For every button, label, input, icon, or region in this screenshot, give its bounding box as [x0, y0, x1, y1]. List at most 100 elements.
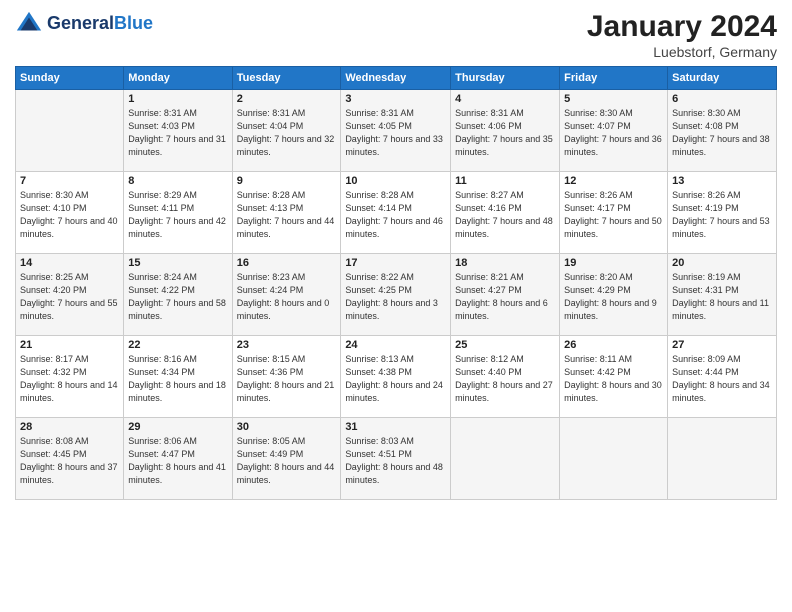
day-header-tuesday: Tuesday: [232, 67, 341, 90]
day-number: 9: [237, 175, 337, 187]
day-number: 5: [564, 93, 663, 105]
calendar-cell: 19 Sunrise: 8:20 AMSunset: 4:29 PMDayligh…: [560, 254, 668, 336]
day-number: 30: [237, 421, 337, 433]
day-number: 21: [20, 339, 119, 351]
calendar-cell: 26 Sunrise: 8:11 AMSunset: 4:42 PMDayligh…: [560, 336, 668, 418]
calendar-cell: 16 Sunrise: 8:23 AMSunset: 4:24 PMDayligh…: [232, 254, 341, 336]
calendar-cell: 12 Sunrise: 8:26 AMSunset: 4:17 PMDayligh…: [560, 172, 668, 254]
calendar-cell: 28 Sunrise: 8:08 AMSunset: 4:45 PMDayligh…: [16, 418, 124, 500]
day-info: Sunrise: 8:17 AMSunset: 4:32 PMDaylight:…: [20, 353, 119, 405]
day-info: Sunrise: 8:11 AMSunset: 4:42 PMDaylight:…: [564, 353, 663, 405]
day-number: 16: [237, 257, 337, 269]
calendar-cell: [668, 418, 777, 500]
day-info: Sunrise: 8:29 AMSunset: 4:11 PMDaylight:…: [128, 189, 227, 241]
day-info: Sunrise: 8:26 AMSunset: 4:19 PMDaylight:…: [672, 189, 772, 241]
calendar-cell: 3Sunrise: 8:31 AMSunset: 4:05 PMDaylight…: [341, 90, 451, 172]
calendar-cell: 7 Sunrise: 8:30 AMSunset: 4:10 PMDaylight…: [16, 172, 124, 254]
day-number: 14: [20, 257, 119, 269]
calendar-cell: 24Sunrise: 8:13 AMSunset: 4:38 PMDayligh…: [341, 336, 451, 418]
calendar-cell: 6 Sunrise: 8:30 AMSunset: 4:08 PMDaylight…: [668, 90, 777, 172]
day-info: Sunrise: 8:28 AMSunset: 4:14 PMDaylight:…: [345, 189, 446, 241]
calendar-cell: 2 Sunrise: 8:31 AMSunset: 4:04 PMDaylight…: [232, 90, 341, 172]
day-info: Sunrise: 8:30 AMSunset: 4:07 PMDaylight:…: [564, 107, 663, 159]
day-number: 3: [345, 93, 446, 105]
day-info: Sunrise: 8:19 AMSunset: 4:31 PMDaylight:…: [672, 271, 772, 323]
day-info: Sunrise: 8:27 AMSunset: 4:16 PMDaylight:…: [455, 189, 555, 241]
day-info: Sunrise: 8:23 AMSunset: 4:24 PMDaylight:…: [237, 271, 337, 323]
day-number: 27: [672, 339, 772, 351]
day-info: Sunrise: 8:20 AMSunset: 4:29 PMDaylight:…: [564, 271, 663, 323]
day-number: 28: [20, 421, 119, 433]
calendar-cell: 29 Sunrise: 8:06 AMSunset: 4:47 PMDayligh…: [124, 418, 232, 500]
day-number: 8: [128, 175, 227, 187]
day-header-monday: Monday: [124, 67, 232, 90]
month-title: January 2024: [587, 10, 777, 44]
day-number: 2: [237, 93, 337, 105]
day-number: 31: [345, 421, 446, 433]
day-number: 29: [128, 421, 227, 433]
week-row-3: 14 Sunrise: 8:25 AMSunset: 4:20 PMDayligh…: [16, 254, 777, 336]
day-number: 11: [455, 175, 555, 187]
calendar-cell: [16, 90, 124, 172]
day-info: Sunrise: 8:24 AMSunset: 4:22 PMDaylight:…: [128, 271, 227, 323]
calendar-cell: 5 Sunrise: 8:30 AMSunset: 4:07 PMDaylight…: [560, 90, 668, 172]
day-header-sunday: Sunday: [16, 67, 124, 90]
day-header-wednesday: Wednesday: [341, 67, 451, 90]
day-number: 7: [20, 175, 119, 187]
calendar-page: GeneralBlue January 2024 Luebstorf, Germ…: [0, 0, 792, 612]
calendar-cell: [451, 418, 560, 500]
day-number: 12: [564, 175, 663, 187]
calendar-cell: 9 Sunrise: 8:28 AMSunset: 4:13 PMDaylight…: [232, 172, 341, 254]
day-info: Sunrise: 8:08 AMSunset: 4:45 PMDaylight:…: [20, 435, 119, 487]
day-info: Sunrise: 8:21 AMSunset: 4:27 PMDaylight:…: [455, 271, 555, 323]
day-info: Sunrise: 8:26 AMSunset: 4:17 PMDaylight:…: [564, 189, 663, 241]
day-number: 4: [455, 93, 555, 105]
calendar-cell: 22 Sunrise: 8:16 AMSunset: 4:34 PMDayligh…: [124, 336, 232, 418]
day-info: Sunrise: 8:30 AMSunset: 4:08 PMDaylight:…: [672, 107, 772, 159]
day-header-thursday: Thursday: [451, 67, 560, 90]
calendar-cell: 14 Sunrise: 8:25 AMSunset: 4:20 PMDayligh…: [16, 254, 124, 336]
calendar-table: SundayMondayTuesdayWednesdayThursdayFrid…: [15, 66, 777, 500]
day-info: Sunrise: 8:31 AMSunset: 4:04 PMDaylight:…: [237, 107, 337, 159]
calendar-cell: 21 Sunrise: 8:17 AMSunset: 4:32 PMDayligh…: [16, 336, 124, 418]
week-row-5: 28 Sunrise: 8:08 AMSunset: 4:45 PMDayligh…: [16, 418, 777, 500]
day-number: 17: [345, 257, 446, 269]
day-info: Sunrise: 8:30 AMSunset: 4:10 PMDaylight:…: [20, 189, 119, 241]
logo: GeneralBlue: [15, 10, 153, 38]
calendar-cell: 11 Sunrise: 8:27 AMSunset: 4:16 PMDayligh…: [451, 172, 560, 254]
day-info: Sunrise: 8:09 AMSunset: 4:44 PMDaylight:…: [672, 353, 772, 405]
day-info: Sunrise: 8:03 AMSunset: 4:51 PMDaylight:…: [345, 435, 446, 487]
calendar-cell: 30Sunrise: 8:05 AMSunset: 4:49 PMDayligh…: [232, 418, 341, 500]
day-number: 19: [564, 257, 663, 269]
day-number: 26: [564, 339, 663, 351]
calendar-cell: 4Sunrise: 8:31 AMSunset: 4:06 PMDaylight…: [451, 90, 560, 172]
day-number: 13: [672, 175, 772, 187]
day-number: 18: [455, 257, 555, 269]
day-number: 1: [128, 93, 227, 105]
day-number: 22: [128, 339, 227, 351]
week-row-4: 21 Sunrise: 8:17 AMSunset: 4:32 PMDayligh…: [16, 336, 777, 418]
day-info: Sunrise: 8:16 AMSunset: 4:34 PMDaylight:…: [128, 353, 227, 405]
day-info: Sunrise: 8:28 AMSunset: 4:13 PMDaylight:…: [237, 189, 337, 241]
calendar-cell: 15Sunrise: 8:24 AMSunset: 4:22 PMDayligh…: [124, 254, 232, 336]
day-header-saturday: Saturday: [668, 67, 777, 90]
day-number: 6: [672, 93, 772, 105]
day-info: Sunrise: 8:12 AMSunset: 4:40 PMDaylight:…: [455, 353, 555, 405]
title-block: January 2024 Luebstorf, Germany: [587, 10, 777, 60]
day-info: Sunrise: 8:15 AMSunset: 4:36 PMDaylight:…: [237, 353, 337, 405]
logo-icon: [15, 10, 43, 38]
week-row-2: 7 Sunrise: 8:30 AMSunset: 4:10 PMDaylight…: [16, 172, 777, 254]
day-number: 24: [345, 339, 446, 351]
calendar-cell: 13 Sunrise: 8:26 AMSunset: 4:19 PMDayligh…: [668, 172, 777, 254]
day-number: 20: [672, 257, 772, 269]
calendar-cell: [560, 418, 668, 500]
day-number: 23: [237, 339, 337, 351]
day-info: Sunrise: 8:06 AMSunset: 4:47 PMDaylight:…: [128, 435, 227, 487]
day-header-friday: Friday: [560, 67, 668, 90]
calendar-cell: 23 Sunrise: 8:15 AMSunset: 4:36 PMDayligh…: [232, 336, 341, 418]
calendar-cell: 10Sunrise: 8:28 AMSunset: 4:14 PMDayligh…: [341, 172, 451, 254]
page-header: GeneralBlue January 2024 Luebstorf, Germ…: [15, 10, 777, 60]
calendar-cell: 18 Sunrise: 8:21 AMSunset: 4:27 PMDayligh…: [451, 254, 560, 336]
day-info: Sunrise: 8:31 AMSunset: 4:03 PMDaylight:…: [128, 107, 227, 159]
day-info: Sunrise: 8:25 AMSunset: 4:20 PMDaylight:…: [20, 271, 119, 323]
